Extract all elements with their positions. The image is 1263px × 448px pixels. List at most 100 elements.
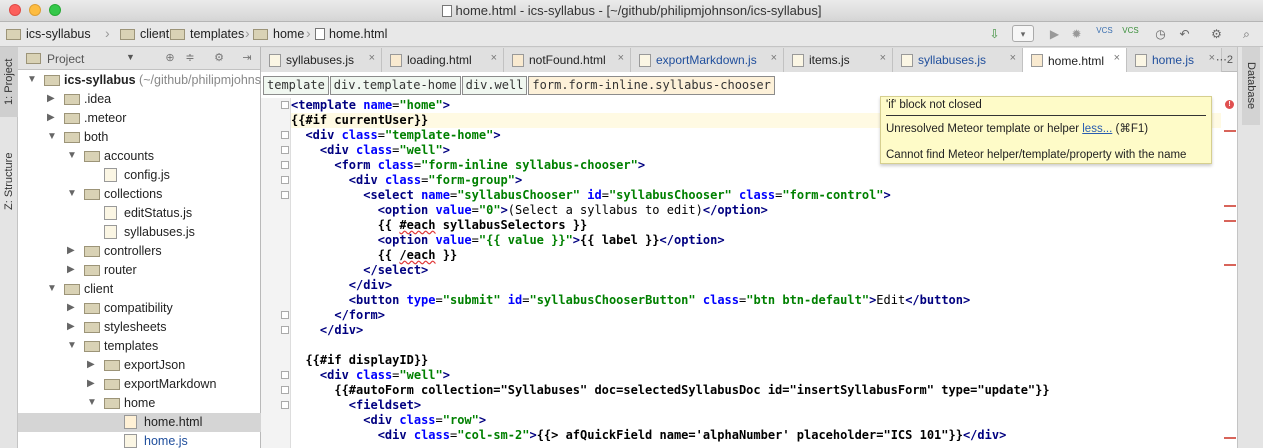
chevron-down-icon[interactable]: ▼	[67, 340, 77, 351]
tree-item[interactable]: ▼ accounts	[18, 147, 261, 166]
hide-panel-icon[interactable]: ⇥	[240, 51, 254, 65]
tree-item[interactable]: ▶ compatibility	[18, 299, 261, 318]
fold-marker-icon[interactable]	[281, 176, 289, 184]
editor-gutter[interactable]	[261, 98, 291, 448]
vcs-update-icon[interactable]: VCS	[1096, 26, 1113, 42]
fold-marker-icon[interactable]	[281, 311, 289, 319]
revert-icon[interactable]: ↶	[1176, 26, 1193, 42]
element-path-item[interactable]: template	[263, 76, 329, 95]
editor-tab[interactable]: items.js ×	[784, 48, 893, 72]
debug-icon[interactable]: ✹	[1068, 26, 1085, 42]
tree-item[interactable]: home.js	[18, 432, 261, 448]
fold-marker-icon[interactable]	[281, 191, 289, 199]
chevron-down-icon[interactable]: ▼	[87, 397, 97, 408]
fold-marker-icon[interactable]	[281, 101, 289, 109]
tree-item[interactable]: ▼ templates	[18, 337, 261, 356]
editor-tab[interactable]: notFound.html ×	[504, 48, 631, 72]
fold-marker-icon[interactable]	[281, 401, 289, 409]
element-path-item[interactable]: div.well	[461, 76, 528, 95]
editor-tab[interactable]: home.js ×	[1127, 48, 1222, 72]
close-icon[interactable]: ×	[491, 52, 497, 64]
chevron-right-icon[interactable]: ▶	[67, 264, 77, 275]
chevron-right-icon[interactable]: ▶	[87, 378, 97, 389]
tree-item[interactable]: ▶ exportJson	[18, 356, 261, 375]
editor-tab[interactable]: syllabuses.js ×	[261, 48, 382, 72]
editor-tab[interactable]: exportMarkdown.js ×	[631, 48, 784, 72]
run-config-dropdown[interactable]: ▾	[1012, 25, 1034, 42]
tree-item[interactable]: config.js	[18, 166, 261, 185]
database-tool-tab[interactable]: Database	[1242, 47, 1260, 125]
search-icon[interactable]: ⌕	[1238, 26, 1255, 42]
tree-item[interactable]: editStatus.js	[18, 204, 261, 223]
project-tool-tab[interactable]: 1: Project	[0, 47, 18, 117]
fold-marker-icon[interactable]	[281, 161, 289, 169]
tab-overflow-button[interactable]: ⋯2	[1216, 53, 1233, 66]
close-icon[interactable]: ×	[880, 52, 886, 64]
run-icon[interactable]: ▶	[1046, 26, 1063, 42]
tree-item-label: ics-syllabus (~/github/philipmjohnson/ic…	[64, 73, 261, 87]
error-stripe-mark[interactable]	[1224, 205, 1236, 207]
chevron-down-icon[interactable]: ▼	[47, 131, 57, 142]
nav-crumb-file[interactable]: home.html	[315, 26, 387, 42]
tree-item[interactable]: ▼ ics-syllabus (~/github/philipmjohnson/i…	[18, 71, 261, 90]
fold-marker-icon[interactable]	[281, 131, 289, 139]
tree-item[interactable]: ▼ both	[18, 128, 261, 147]
target-icon[interactable]: ⊕	[163, 51, 177, 65]
chevron-down-icon[interactable]: ▼	[47, 283, 57, 294]
tree-item[interactable]: ▶ controllers	[18, 242, 261, 261]
chevron-right-icon[interactable]: ▶	[87, 359, 97, 370]
chevron-down-icon[interactable]: ▼	[126, 52, 135, 62]
error-stripe-mark[interactable]	[1224, 130, 1236, 132]
error-stripe-mark[interactable]	[1224, 437, 1236, 439]
element-path-item[interactable]: div.template-home	[329, 76, 461, 95]
gear-icon[interactable]: ⚙	[212, 51, 226, 65]
chevron-right-icon[interactable]: ▶	[47, 93, 57, 104]
close-icon[interactable]: ×	[369, 52, 375, 64]
close-icon[interactable]: ×	[618, 52, 624, 64]
code-line: <button type="submit" id="syllabusChoose…	[348, 293, 971, 307]
vcs-commit-icon[interactable]: VCS	[1122, 26, 1139, 42]
history-icon[interactable]: ◷	[1152, 26, 1169, 42]
error-indicator-icon[interactable]: !	[1225, 100, 1234, 109]
tree-item[interactable]: ▼ client	[18, 280, 261, 299]
element-path-item[interactable]: form.form-inline.syllabus-chooser	[528, 76, 775, 95]
error-stripe-mark[interactable]	[1224, 220, 1236, 222]
tree-item[interactable]: ▶ stylesheets	[18, 318, 261, 337]
settings-icon[interactable]: ⚙	[1208, 26, 1225, 42]
build-icon[interactable]: ⇩	[986, 26, 1003, 42]
tree-item[interactable]: ▼ home	[18, 394, 261, 413]
structure-tool-tab[interactable]: Z: Structure	[0, 135, 18, 227]
chevron-right-icon[interactable]: ▶	[47, 112, 57, 123]
editor-tab[interactable]: syllabuses.js ×	[893, 48, 1023, 72]
editor-tab[interactable]: loading.html ×	[382, 48, 504, 72]
chevron-down-icon[interactable]: ▼	[67, 150, 77, 161]
close-icon[interactable]: ×	[1114, 52, 1120, 64]
nav-crumb-home[interactable]: home	[253, 26, 304, 42]
error-stripe-mark[interactable]	[1224, 264, 1236, 266]
tree-item[interactable]: home.html	[18, 413, 261, 432]
editor-tab[interactable]: home.html ×	[1023, 48, 1127, 73]
tree-item[interactable]: ▶ .idea	[18, 90, 261, 109]
tree-item[interactable]: ▶ router	[18, 261, 261, 280]
tree-item[interactable]: syllabuses.js	[18, 223, 261, 242]
chevron-down-icon[interactable]: ▼	[67, 188, 77, 199]
chevron-right-icon[interactable]: ▶	[67, 321, 77, 332]
fold-marker-icon[interactable]	[281, 146, 289, 154]
nav-crumb-templates[interactable]: templates	[170, 26, 244, 42]
project-panel-title[interactable]: Project	[47, 52, 84, 66]
nav-crumb-project[interactable]: ics-syllabus	[6, 26, 91, 42]
chevron-right-icon[interactable]: ▶	[67, 245, 77, 256]
fold-marker-icon[interactable]	[281, 326, 289, 334]
chevron-down-icon[interactable]: ▼	[27, 74, 37, 85]
collapse-all-icon[interactable]: ≑	[183, 51, 197, 65]
tree-item[interactable]: ▶ exportMarkdown	[18, 375, 261, 394]
close-icon[interactable]: ×	[771, 52, 777, 64]
close-icon[interactable]: ×	[1010, 52, 1016, 64]
tooltip-less-link[interactable]: less...	[1082, 123, 1112, 135]
fold-marker-icon[interactable]	[281, 371, 289, 379]
tree-item[interactable]: ▼ collections	[18, 185, 261, 204]
fold-marker-icon[interactable]	[281, 386, 289, 394]
tree-item[interactable]: ▶ .meteor	[18, 109, 261, 128]
chevron-right-icon[interactable]: ▶	[67, 302, 77, 313]
close-icon[interactable]: ×	[1209, 52, 1215, 64]
